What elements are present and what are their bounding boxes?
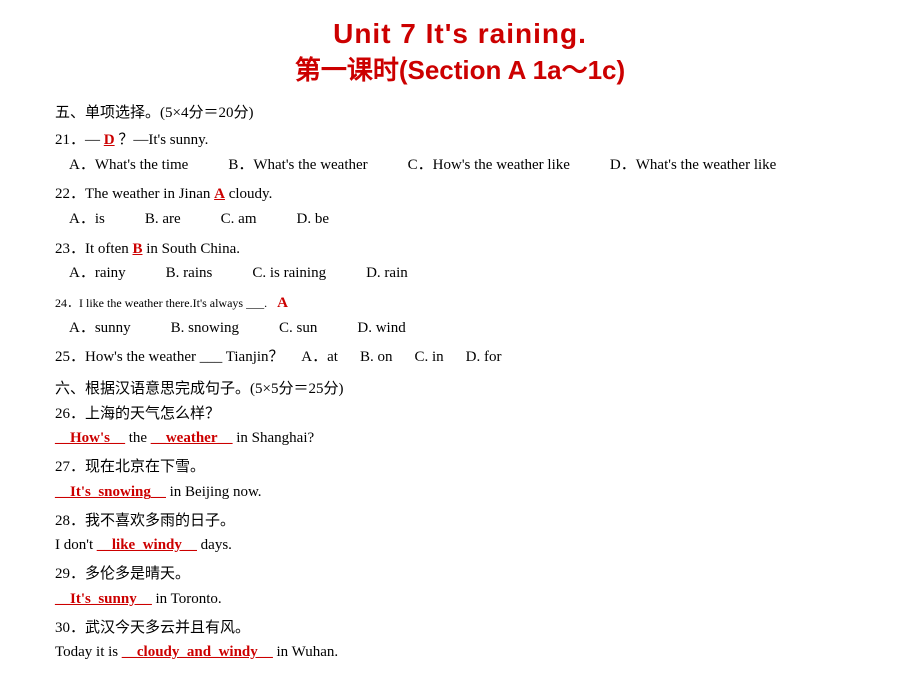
q25-optB: B. on xyxy=(360,345,393,371)
question-30: 30．武汉今天多云并且有风。 Today it is __cloudy_and_… xyxy=(55,616,865,666)
question-25: 25．How's the weather ___ Tianjin？ A．at B… xyxy=(55,345,865,371)
q23-optB: B. rains xyxy=(166,261,213,287)
q24-optB: B. snowing xyxy=(171,316,239,342)
q30-english: Today it is __cloudy_and_windy__ in Wuha… xyxy=(55,640,865,665)
q23-optC: C. is raining xyxy=(252,261,326,287)
q24-prompt: 24．I like the weather there.It's always … xyxy=(55,294,267,314)
q26-chinese: 26．上海的天气怎么样？ xyxy=(55,402,865,427)
q27-text: in Beijing now. xyxy=(170,484,262,500)
q23-optD: D. rain xyxy=(366,261,408,287)
page: Unit 7 It's raining. 第一课时(Section A 1a～1… xyxy=(0,0,920,690)
q23-prompt: 23．It often B in South China. xyxy=(55,241,240,257)
question-24: 24．I like the weather there.It's always … xyxy=(55,291,865,341)
question-27: 27．现在北京在下雪。 __It's_snowing__ in Beijing … xyxy=(55,455,865,505)
q22-optA: A．is xyxy=(69,207,105,233)
q29-blank: __It's_sunny__ xyxy=(55,591,152,607)
q30-text2: in Wuhan. xyxy=(277,644,339,660)
q28-chinese: 28．我不喜欢多雨的日子。 xyxy=(55,509,865,534)
q28-english: I don't __like_windy__ days. xyxy=(55,533,865,558)
q21-prompt: 21．— D ？—It's sunny. xyxy=(55,132,208,148)
q25-optA: A．at xyxy=(301,345,338,371)
q25-prompt: 25．How's the weather ___ Tianjin？ xyxy=(55,349,284,365)
q27-chinese: 27．现在北京在下雪。 xyxy=(55,455,865,480)
q22-answer: A xyxy=(214,186,225,202)
q21-optD: D．What's the weather like xyxy=(610,153,776,179)
q24-optA: A．sunny xyxy=(69,316,131,342)
q22-optC: C. am xyxy=(221,207,257,233)
q22-prompt: 22．The weather in Jinan A cloudy. xyxy=(55,186,272,202)
section1-heading: 五、单项选择。(5×4分＝20分) xyxy=(55,101,865,122)
q30-blank: __cloudy_and_windy__ xyxy=(122,644,273,660)
q23-answer: B xyxy=(132,241,142,257)
title-line1: Unit 7 It's raining. xyxy=(55,18,865,50)
q29-english: __It's_sunny__ in Toronto. xyxy=(55,587,865,612)
q21-answer: D xyxy=(104,132,115,148)
question-29: 29．多伦多是晴天。 __It's_sunny__ in Toronto. xyxy=(55,562,865,612)
q28-text1: I don't xyxy=(55,537,97,553)
question-23: 23．It often B in South China. A．rainy B.… xyxy=(55,237,865,287)
q22-optB: B. are xyxy=(145,207,181,233)
q21-options: A．What's the time B．What's the weather C… xyxy=(69,153,865,179)
q30-text1: Today it is xyxy=(55,644,122,660)
q29-text: in Toronto. xyxy=(155,591,221,607)
q26-blank2: __weather__ xyxy=(151,430,233,446)
q27-blank: __It's_snowing__ xyxy=(55,484,166,500)
question-26: 26．上海的天气怎么样？ __How's__ the __weather__ i… xyxy=(55,402,865,452)
question-21: 21．— D ？—It's sunny. A．What's the time B… xyxy=(55,128,865,178)
q25-optD: D. for xyxy=(466,345,502,371)
q29-chinese: 29．多伦多是晴天。 xyxy=(55,562,865,587)
q24-options: A．sunny B. snowing C. sun D. wind xyxy=(69,316,865,342)
q21-optC: C．How's the weather like xyxy=(408,153,570,179)
q24-answer: A xyxy=(277,291,288,316)
q28-text2: days. xyxy=(201,537,232,553)
q21-optA: A．What's the time xyxy=(69,153,188,179)
q22-optD: D. be xyxy=(297,207,330,233)
q28-blank: __like_windy__ xyxy=(97,537,197,553)
q26-english: __How's__ the __weather__ in Shanghai? xyxy=(55,426,865,451)
q23-optA: A．rainy xyxy=(69,261,126,287)
q24-optC: C. sun xyxy=(279,316,317,342)
q23-options: A．rainy B. rains C. is raining D. rain xyxy=(69,261,865,287)
question-22: 22．The weather in Jinan A cloudy. A．is B… xyxy=(55,182,865,232)
q24-optD: D. wind xyxy=(357,316,405,342)
q22-options: A．is B. are C. am D. be xyxy=(69,207,865,233)
q30-chinese: 30．武汉今天多云并且有风。 xyxy=(55,616,865,641)
q26-blank1: __How's__ xyxy=(55,430,125,446)
q26-text1: the xyxy=(129,430,151,446)
q26-text2: in Shanghai? xyxy=(236,430,314,446)
title-line2: 第一课时(Section A 1a～1c) xyxy=(55,50,865,87)
question-28: 28．我不喜欢多雨的日子。 I don't __like_windy__ day… xyxy=(55,509,865,559)
q21-optB: B．What's the weather xyxy=(228,153,367,179)
q25-options: A．at B. on C. in D. for xyxy=(301,345,501,371)
q27-english: __It's_snowing__ in Beijing now. xyxy=(55,480,865,505)
section2-heading: 六、根据汉语意思完成句子。(5×5分＝25分) xyxy=(55,377,865,398)
q25-optC: C. in xyxy=(414,345,443,371)
title-block: Unit 7 It's raining. 第一课时(Section A 1a～1… xyxy=(55,18,865,87)
